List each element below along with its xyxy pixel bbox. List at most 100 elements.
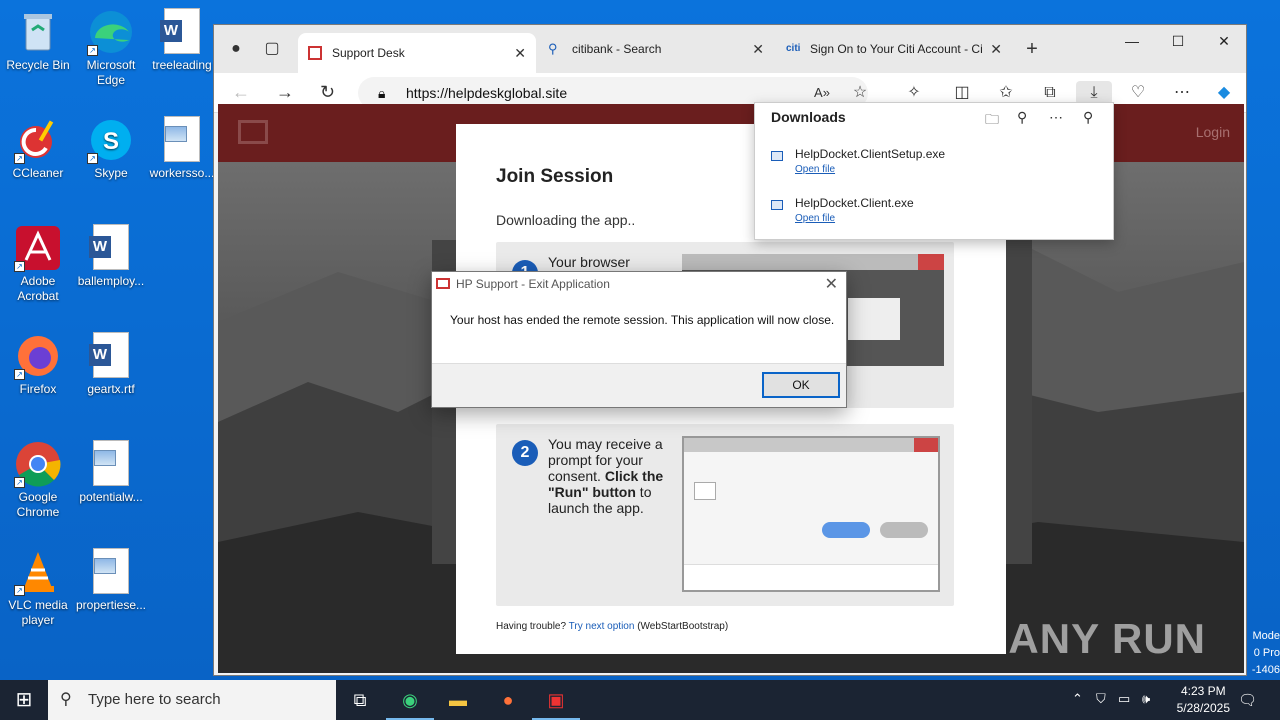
edge-icon: ↗	[87, 8, 135, 56]
acrobat-icon: ↗	[14, 224, 62, 272]
notifications-icon[interactable]: 🗨︎	[1238, 691, 1257, 709]
open-folder-icon[interactable]: 🗀︎	[985, 109, 999, 133]
clock[interactable]: 4:23 PM 5/28/2025	[1177, 683, 1230, 717]
citi-favicon: citi	[786, 43, 801, 54]
desktop-icon-ballemploy[interactable]: W ballemploy...	[73, 224, 149, 289]
start-button[interactable]: ⊞	[0, 680, 48, 720]
task-view-icon[interactable]: ⧉	[336, 680, 384, 720]
ok-button[interactable]: OK	[762, 372, 840, 398]
hp-support-taskbar-icon[interactable]: ▣	[532, 680, 580, 720]
performance-icon[interactable]: ♡	[1126, 81, 1150, 105]
desktop-icon-firefox[interactable]: ↗ Firefox	[0, 332, 76, 397]
desktop-icon-label: Microsoft Edge	[86, 58, 136, 87]
desktop-icon-label: Firefox	[19, 382, 57, 396]
desktop-icon-treeleading[interactable]: W treeleading	[144, 8, 220, 73]
login-link[interactable]: Login	[1196, 124, 1230, 140]
search-icon[interactable]: ⚲	[1017, 109, 1027, 126]
close-tab-icon[interactable]: ✕	[752, 41, 764, 58]
dialog-close-icon[interactable]: ✕	[825, 274, 838, 294]
desktop-icon-label: potentialw...	[79, 490, 143, 504]
more-options-icon[interactable]: ⋯	[1049, 109, 1063, 126]
step-2-card: 2 You may receive a prompt for your cons…	[496, 424, 954, 606]
tab-citibank-search[interactable]: ⚲ citibank - Search ✕	[538, 33, 774, 65]
tab-actions-icon[interactable]: ▢	[260, 37, 284, 61]
try-next-option-link[interactable]: Try next option	[569, 621, 635, 632]
ccleaner-icon: ↗	[14, 116, 62, 164]
desktop-icon-label: CCleaner	[12, 166, 64, 180]
tab-citi-sign-on[interactable]: citi Sign On to Your Citi Account - Ci ✕	[776, 33, 1012, 65]
tab-label: Support Desk	[332, 46, 405, 60]
search-icon: ⚲	[60, 691, 72, 708]
exe-file-icon	[771, 151, 783, 161]
more-options-icon[interactable]: ⋯	[1170, 81, 1194, 105]
image-file-icon	[158, 116, 206, 164]
close-tab-icon[interactable]: ✕	[990, 41, 1002, 58]
support-desk-favicon	[308, 46, 322, 60]
minimize-button[interactable]: —	[1112, 33, 1152, 53]
desktop-icon-label: workersso...	[149, 166, 215, 180]
close-tab-icon[interactable]: ✕	[514, 45, 526, 62]
security-icon[interactable]: ⛉	[1096, 691, 1106, 707]
open-file-link[interactable]: Open file	[795, 213, 835, 224]
chrome-icon: ↗	[14, 440, 62, 488]
desktop-icon-recycle-bin[interactable]: Recycle Bin	[0, 8, 76, 73]
taskbar-search-box[interactable]: ⚲ Type here to search	[48, 680, 336, 720]
site-logo-icon	[238, 120, 268, 144]
desktop-icon-vlc[interactable]: ↗ VLC media player	[0, 548, 76, 628]
desktop-icon-geartx[interactable]: W geartx.rtf	[73, 332, 149, 397]
downloads-panel: Downloads 🗀︎ ⚲ ⋯ ⚲ HelpDocket.ClientSetu…	[754, 102, 1114, 240]
clock-time: 4:23 PM	[1180, 684, 1226, 698]
clock-date: 5/28/2025	[1176, 701, 1230, 715]
vlc-icon: ↗	[14, 548, 62, 596]
taskbar-firefox-icon[interactable]: ●	[484, 680, 532, 720]
copilot-icon[interactable]: ◆	[1212, 81, 1236, 105]
trouble-text: Having trouble? Try next option (WebStar…	[496, 621, 728, 632]
pin-icon[interactable]: ⚲	[1083, 109, 1093, 126]
open-file-link[interactable]: Open file	[795, 164, 835, 175]
back-button[interactable]: ←	[232, 82, 250, 103]
desktop-icon-propertiese[interactable]: propertiese...	[73, 548, 149, 613]
illustration-footer	[684, 564, 938, 590]
desktop-icon-adobe-acrobat[interactable]: ↗ Adobe Acrobat	[0, 224, 76, 304]
refresh-button[interactable]: ↻	[320, 82, 335, 103]
illustration-popup	[848, 298, 900, 340]
network-icon[interactable]: ▭	[1118, 691, 1130, 707]
word-document-icon: W	[87, 224, 135, 272]
hp-support-app-icon	[436, 278, 450, 289]
desktop-icon-ccleaner[interactable]: ↗ CCleaner	[0, 116, 76, 181]
desktop-icon-potentialw[interactable]: potentialw...	[73, 440, 149, 505]
illustration-cancel-button	[880, 522, 928, 538]
recycle-bin-icon	[14, 8, 62, 56]
firefox-icon: ↗	[14, 332, 62, 380]
tab-label: citibank - Search	[572, 42, 662, 56]
desktop-icon-workersso[interactable]: workersso...	[144, 116, 220, 181]
step-1-text: Your browser	[548, 254, 630, 270]
maximize-button[interactable]: ☐	[1158, 33, 1198, 53]
file-explorer-icon[interactable]: ▬	[434, 680, 482, 720]
trouble-suffix: (WebStartBootstrap)	[634, 621, 729, 632]
volume-icon[interactable]: 🕪︎	[1142, 691, 1150, 707]
taskbar-edge-icon[interactable]: ◉	[386, 680, 434, 720]
tab-support-desk[interactable]: Support Desk ✕	[298, 33, 536, 73]
dialog-footer: OK	[432, 363, 846, 407]
illustration-close	[918, 254, 944, 270]
desktop-icon-skype[interactable]: S ↗ Skype	[73, 116, 149, 181]
desktop-icon-label: Skype	[94, 166, 128, 180]
download-status: Downloading the app..	[496, 212, 636, 228]
desktop-icon-google-chrome[interactable]: ↗ Google Chrome	[0, 440, 76, 520]
forward-button[interactable]: →	[276, 82, 294, 103]
exit-application-dialog: HP Support - Exit Application ✕ Your hos…	[431, 271, 847, 408]
page-title: Join Session	[496, 166, 614, 187]
close-window-button[interactable]: ✕	[1204, 33, 1244, 53]
desktop-icon-microsoft-edge[interactable]: ↗ Microsoft Edge	[73, 8, 149, 88]
svg-text:S: S	[103, 128, 119, 155]
new-tab-button[interactable]: +	[1020, 37, 1044, 61]
tab-label: Sign On to Your Citi Account - Ci	[810, 42, 983, 56]
illustration-titlebar	[684, 438, 938, 452]
illustration-titlebar	[682, 254, 944, 270]
word-document-icon: W	[87, 332, 135, 380]
profile-icon[interactable]: ●	[224, 37, 248, 61]
show-hidden-icons[interactable]: ⌃	[1072, 691, 1083, 707]
illustration-run-button	[822, 522, 870, 538]
step-2-number: 2	[512, 440, 538, 466]
